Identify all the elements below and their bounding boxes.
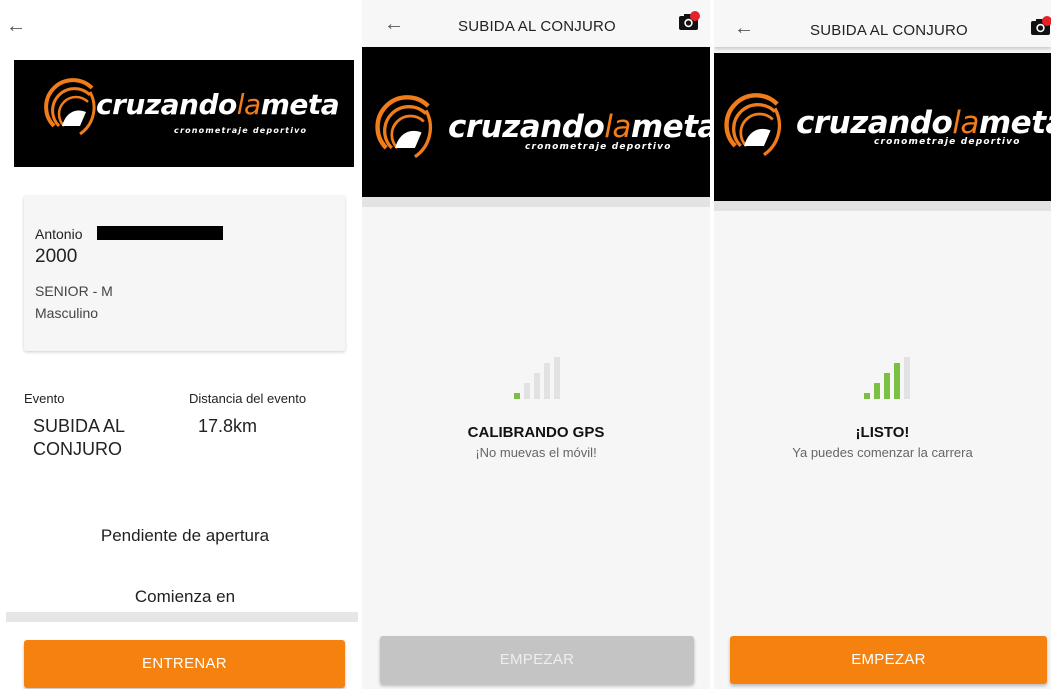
athlete-first-name: Antonio — [35, 226, 83, 242]
status-text: Pendiente de apertura — [100, 526, 270, 545]
distance-value: 17.8km — [198, 416, 258, 436]
signal-bar — [524, 383, 530, 399]
signal-strength-icon — [514, 357, 560, 399]
logo-swoosh-icon — [375, 95, 433, 159]
back-arrow-icon[interactable]: ← — [734, 18, 754, 38]
signal-bar — [894, 363, 900, 399]
signal-bar — [554, 357, 560, 399]
logo-swoosh-icon — [44, 78, 96, 136]
app-bar: ← SUBIDA AL CONJURO — [362, 0, 710, 47]
logo-wordmark: cruzandolameta — [448, 109, 710, 145]
logo-swoosh-icon — [724, 93, 782, 157]
category: SENIOR - M — [35, 283, 113, 299]
athlete-card: Antonio 2000 SENIOR - M Masculino — [24, 196, 345, 351]
gps-calibrating-screen: ← SUBIDA AL CONJURO cruzandolameta crono… — [362, 0, 710, 689]
status-heading: ¡LISTO! — [855, 424, 910, 441]
gps-ready-screen: ← SUBIDA AL CONJURO cruzandolameta crono… — [714, 0, 1051, 689]
camera-icon[interactable] — [678, 11, 700, 31]
brand-logo — [40, 78, 102, 136]
start-button[interactable]: EMPEZAR — [730, 636, 1047, 684]
back-arrow-icon[interactable]: ← — [6, 16, 26, 36]
registration-screen: ← cruzandolameta cronometraje deportivo … — [0, 0, 358, 689]
banner-shadow — [362, 197, 710, 207]
distance-label: Distancia del evento — [189, 391, 307, 406]
brand-logo — [370, 95, 440, 159]
logo-wordmark: cruzandolameta — [96, 88, 340, 121]
banner-shadow — [714, 201, 1051, 211]
logo-tagline: cronometraje deportivo — [525, 142, 672, 152]
event-label: Evento — [24, 391, 65, 406]
status-heading: CALIBRANDO GPS — [467, 424, 605, 441]
signal-bar — [884, 373, 890, 399]
logo-wordmark: cruzandolameta — [796, 105, 1051, 141]
train-button[interactable]: ENTRENAR — [24, 640, 345, 688]
event-value: SUBIDA AL CONJURO — [33, 416, 125, 459]
page-title: SUBIDA AL CONJURO — [810, 22, 968, 39]
gender: Masculino — [35, 305, 99, 321]
signal-bar — [904, 357, 910, 399]
page-title: SUBIDA AL CONJURO — [458, 18, 616, 35]
signal-bar — [544, 363, 550, 399]
start-button[interactable]: EMPEZAR — [380, 636, 694, 684]
back-arrow-icon[interactable]: ← — [384, 14, 404, 34]
brand-banner: cruzandolameta cronometraje deportivo — [362, 47, 710, 197]
signal-bar — [514, 393, 520, 399]
redacted-surname — [97, 226, 223, 240]
brand-logo — [719, 93, 789, 157]
status-subtext: Ya puedes comenzar la carrera — [792, 445, 973, 460]
logo-tagline: cronometraje deportivo — [874, 137, 1021, 147]
signal-bar — [874, 383, 880, 399]
brand-banner: cruzandolameta cronometraje deportivo — [714, 53, 1051, 201]
brand-banner: cruzandolameta cronometraje deportivo — [14, 60, 354, 167]
logo-tagline: cronometraje deportivo — [174, 126, 308, 135]
signal-bar — [864, 393, 870, 399]
app-bar: ← SUBIDA AL CONJURO — [714, 0, 1051, 47]
signal-strength-icon — [864, 357, 910, 399]
birth-year: 2000 — [35, 246, 78, 267]
signal-bar — [534, 373, 540, 399]
countdown-label: Comienza en — [134, 587, 236, 606]
scroll-edge — [6, 612, 358, 622]
camera-icon[interactable] — [1030, 16, 1051, 36]
status-subtext: ¡No muevas el móvil! — [475, 445, 597, 460]
